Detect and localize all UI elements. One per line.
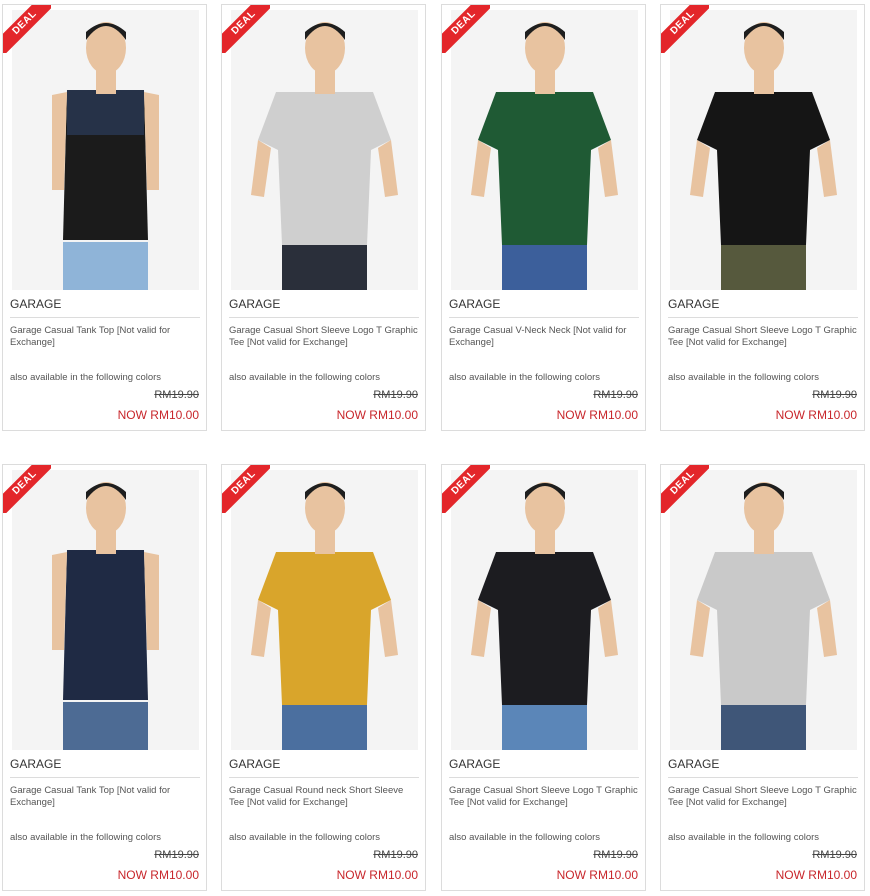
colors-note: also available in the following colors <box>668 832 820 843</box>
deal-ribbon: DEAL <box>442 5 490 53</box>
product-name[interactable]: Garage Casual Short Sleeve Logo T Graphi… <box>668 785 858 809</box>
old-price: RM19.90 <box>154 389 199 401</box>
deal-ribbon: DEAL <box>3 5 51 53</box>
deal-label: DEAL <box>442 5 490 53</box>
product-brand[interactable]: GARAGE <box>229 757 419 778</box>
product-card[interactable]: DEAL GARAGE Garage Casual Round neck Sho… <box>221 464 426 891</box>
product-brand[interactable]: GARAGE <box>10 757 200 778</box>
deal-label: DEAL <box>3 5 51 53</box>
old-price: RM19.90 <box>812 389 857 401</box>
deal-label: DEAL <box>3 465 51 513</box>
old-price: RM19.90 <box>373 389 418 401</box>
product-card[interactable]: DEAL GARAGE Garage Casual V-Neck Neck [N… <box>441 4 646 431</box>
product-card[interactable]: DEAL GARAGE Garage Casual Short Sleeve L… <box>441 464 646 891</box>
product-name[interactable]: Garage Casual Short Sleeve Logo T Graphi… <box>229 325 419 349</box>
colors-note: also available in the following colors <box>10 832 162 843</box>
deal-label: DEAL <box>661 5 709 53</box>
sale-price: NOW RM10.00 <box>556 868 638 882</box>
product-grid: DEAL GARAGE Garage Casual Tank Top [Not … <box>0 0 870 896</box>
colors-note: also available in the following colors <box>10 372 162 383</box>
sale-price: NOW RM10.00 <box>556 408 638 422</box>
product-brand[interactable]: GARAGE <box>668 757 858 778</box>
product-name[interactable]: Garage Casual Round neck Short Sleeve Te… <box>229 785 419 809</box>
deal-ribbon: DEAL <box>3 465 51 513</box>
product-brand[interactable]: GARAGE <box>668 297 858 318</box>
colors-note: also available in the following colors <box>449 372 601 383</box>
sale-price: NOW RM10.00 <box>336 868 418 882</box>
product-card[interactable]: DEAL GARAGE Garage Casual Short Sleeve L… <box>660 4 865 431</box>
product-brand[interactable]: GARAGE <box>10 297 200 318</box>
colors-note: also available in the following colors <box>229 832 381 843</box>
sale-price: NOW RM10.00 <box>117 868 199 882</box>
sale-price: NOW RM10.00 <box>775 868 857 882</box>
deal-ribbon: DEAL <box>661 5 709 53</box>
old-price: RM19.90 <box>593 389 638 401</box>
sale-price: NOW RM10.00 <box>336 408 418 422</box>
product-card[interactable]: DEAL GARAGE Garage Casual Tank Top [Not … <box>2 4 207 431</box>
colors-note: also available in the following colors <box>229 372 381 383</box>
colors-note: also available in the following colors <box>449 832 601 843</box>
old-price: RM19.90 <box>593 849 638 861</box>
deal-label: DEAL <box>222 5 270 53</box>
product-card[interactable]: DEAL GARAGE Garage Casual Short Sleeve L… <box>660 464 865 891</box>
product-name[interactable]: Garage Casual Short Sleeve Logo T Graphi… <box>449 785 639 809</box>
old-price: RM19.90 <box>373 849 418 861</box>
sale-price: NOW RM10.00 <box>775 408 857 422</box>
deal-ribbon: DEAL <box>442 465 490 513</box>
product-brand[interactable]: GARAGE <box>229 297 419 318</box>
deal-label: DEAL <box>442 465 490 513</box>
deal-label: DEAL <box>222 465 270 513</box>
deal-ribbon: DEAL <box>222 5 270 53</box>
old-price: RM19.90 <box>154 849 199 861</box>
old-price: RM19.90 <box>812 849 857 861</box>
sale-price: NOW RM10.00 <box>117 408 199 422</box>
product-brand[interactable]: GARAGE <box>449 297 639 318</box>
colors-note: also available in the following colors <box>668 372 820 383</box>
product-name[interactable]: Garage Casual Tank Top [Not valid for Ex… <box>10 785 200 809</box>
deal-label: DEAL <box>661 465 709 513</box>
product-name[interactable]: Garage Casual Tank Top [Not valid for Ex… <box>10 325 200 349</box>
product-name[interactable]: Garage Casual V-Neck Neck [Not valid for… <box>449 325 639 349</box>
deal-ribbon: DEAL <box>222 465 270 513</box>
product-brand[interactable]: GARAGE <box>449 757 639 778</box>
product-name[interactable]: Garage Casual Short Sleeve Logo T Graphi… <box>668 325 858 349</box>
deal-ribbon: DEAL <box>661 465 709 513</box>
product-card[interactable]: DEAL GARAGE Garage Casual Short Sleeve L… <box>221 4 426 431</box>
product-card[interactable]: DEAL GARAGE Garage Casual Tank Top [Not … <box>2 464 207 891</box>
